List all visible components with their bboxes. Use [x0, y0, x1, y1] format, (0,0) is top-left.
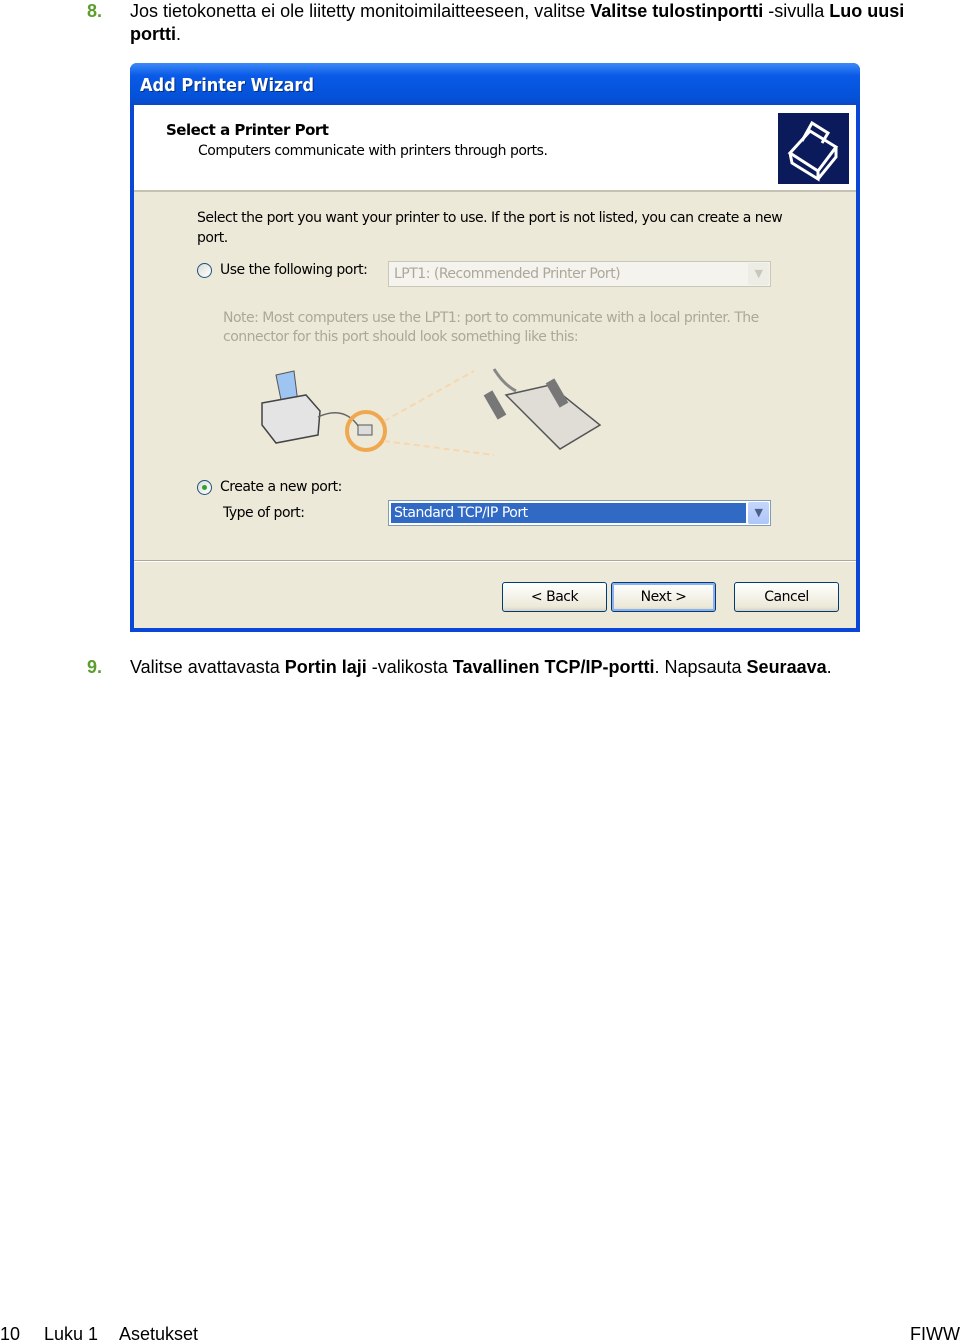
dialog-title: Add Printer Wizard [140, 75, 314, 96]
header-title: Select a Printer Port [166, 121, 329, 139]
text-segment: Valitse avattavasta [130, 657, 285, 677]
port-dropdown[interactable]: LPT1: (Recommended Printer Port) ▼ [388, 261, 771, 287]
text-segment: . Napsauta [654, 657, 747, 677]
cancel-button[interactable]: Cancel [734, 582, 839, 612]
radio-selected-dot [202, 485, 207, 490]
ui-term: Seuraava [746, 657, 827, 677]
chapter: Luku 1 [44, 1324, 99, 1344]
ui-term: Tavallinen TCP/IP-portti [452, 657, 655, 677]
printer-icon [261, 370, 321, 444]
dialog-body: Select a Printer Port Computers communic… [134, 105, 856, 628]
create-port-radio[interactable] [197, 480, 212, 495]
page-number: 10 [0, 1324, 21, 1344]
step-text: Jos tietokonetta ei ole liitetty monitoi… [130, 0, 960, 46]
title-bar[interactable]: Add Printer Wizard [130, 63, 860, 105]
text-segment: . [175, 24, 181, 44]
section: Asetukset [119, 1324, 199, 1344]
text-segment: -valikosta [366, 657, 453, 677]
use-port-radio[interactable] [197, 263, 212, 278]
port-value: LPT1: (Recommended Printer Port) [394, 266, 621, 282]
step-text: Valitse avattavasta Portin laji -valikos… [130, 656, 960, 679]
text-segment: -sivulla [763, 1, 830, 21]
step-number: 8. [87, 1, 103, 21]
use-port-label[interactable]: Use the following port: [220, 262, 368, 278]
document-page: 8. Jos tietokonetta ei ole liitetty moni… [0, 0, 960, 1344]
header-subtitle: Computers communicate with printers thro… [198, 143, 548, 159]
chevron-down-icon: ▼ [748, 502, 769, 524]
back-button[interactable]: < Back [502, 582, 607, 612]
ui-term: Valitse tulostinportti [590, 1, 764, 21]
add-printer-wizard-dialog: Add Printer Wizard Select a Printer Port… [130, 63, 860, 632]
next-button[interactable]: Next > [611, 582, 716, 612]
text-segment: Jos tietokonetta ei ole liitetty monitoi… [130, 1, 591, 21]
note-text: Note: Most computers use the LPT1: port … [223, 310, 759, 345]
port-type-dropdown[interactable]: Standard TCP/IP Port ▼ [388, 500, 771, 526]
ui-term: Portin laji [284, 657, 367, 677]
parallel-connector-icon [483, 368, 602, 450]
type-of-port-label: Type of port: [223, 505, 305, 521]
connector-illustration [254, 365, 614, 465]
step-number: 9. [87, 657, 103, 677]
divider [134, 560, 856, 562]
page-footer: 10 Luku 1 Asetukset FIWW [0, 1324, 960, 1344]
create-port-label[interactable]: Create a new port: [220, 479, 342, 495]
printer-icon [778, 113, 849, 184]
chevron-down-icon: ▼ [748, 263, 769, 285]
text-segment: . [826, 657, 832, 677]
intro-text: Select the port you want your printer to… [197, 210, 783, 246]
wizard-header: Select a Printer Port Computers communic… [134, 105, 856, 192]
language-code: FIWW [910, 1324, 960, 1344]
port-type-value: Standard TCP/IP Port [391, 503, 746, 523]
